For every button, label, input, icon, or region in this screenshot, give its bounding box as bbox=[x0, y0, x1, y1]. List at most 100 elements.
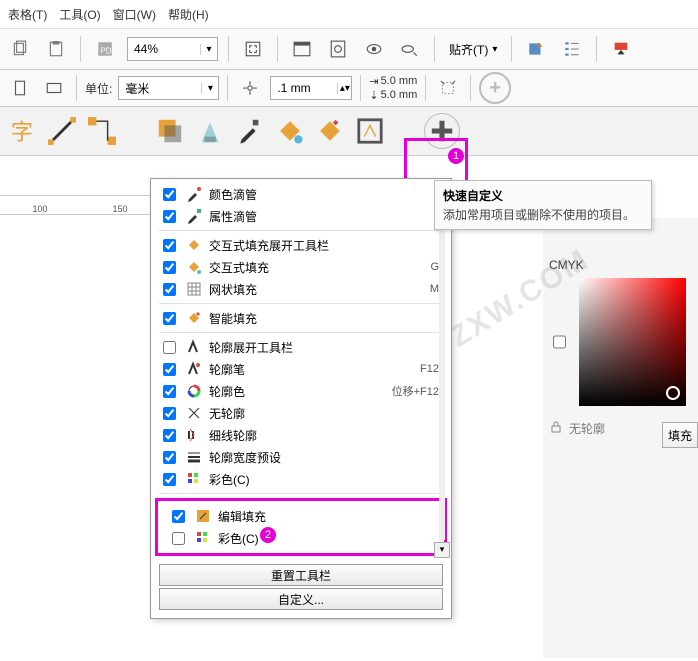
customize-item[interactable]: 彩色(C) bbox=[151, 468, 451, 490]
customize-item[interactable]: 编辑填充 bbox=[160, 505, 442, 527]
add-button[interactable]: + bbox=[479, 72, 511, 104]
item-checkbox[interactable] bbox=[163, 363, 176, 376]
text-tool-icon[interactable]: 字 bbox=[8, 117, 36, 145]
no-outline-icon bbox=[185, 404, 203, 422]
customize-item[interactable]: 颜色滴管 bbox=[151, 183, 451, 205]
menu-window[interactable]: 窗口(W) bbox=[113, 6, 156, 23]
chevron-down-icon[interactable]: ▾ bbox=[201, 83, 218, 94]
item-checkbox[interactable] bbox=[163, 407, 176, 420]
item-checkbox[interactable] bbox=[163, 451, 176, 464]
item-label: 属性滴管 bbox=[209, 208, 443, 225]
customize-item[interactable]: 无轮廓 bbox=[151, 402, 451, 424]
transparency-tool-icon[interactable] bbox=[196, 117, 224, 145]
zoom-combo[interactable]: ▾ bbox=[127, 37, 218, 61]
item-checkbox[interactable] bbox=[172, 532, 185, 545]
connector-tool-icon[interactable] bbox=[88, 117, 116, 145]
unit-input[interactable] bbox=[119, 81, 201, 95]
options-icon[interactable] bbox=[558, 35, 586, 63]
spinner-icon[interactable]: ▴▾ bbox=[337, 83, 351, 94]
copy-icon[interactable] bbox=[6, 35, 34, 63]
customize-button[interactable]: 自定义... bbox=[159, 588, 443, 610]
item-checkbox[interactable] bbox=[163, 261, 176, 274]
customize-item[interactable]: 智能填充 bbox=[151, 307, 451, 329]
customize-item[interactable]: 彩色(C) bbox=[160, 527, 442, 549]
separator bbox=[227, 75, 228, 101]
fill-button[interactable]: 填充 bbox=[662, 422, 698, 448]
interactive-fill-icon[interactable] bbox=[276, 117, 304, 145]
item-checkbox[interactable] bbox=[163, 385, 176, 398]
separator bbox=[159, 493, 443, 494]
reset-toolbar-button[interactable]: 重置工具栏 bbox=[159, 564, 443, 586]
preview-dropdown-icon[interactable] bbox=[396, 35, 424, 63]
customize-item[interactable]: 属性滴管 bbox=[151, 205, 451, 227]
nudge-combo[interactable]: ▴▾ bbox=[270, 76, 352, 100]
ruler-tick: 150 bbox=[112, 204, 127, 214]
shadow-tool-icon[interactable] bbox=[156, 117, 184, 145]
item-label: 交互式填充展开工具栏 bbox=[209, 237, 443, 254]
customize-item[interactable]: 网状填充M bbox=[151, 278, 451, 300]
launch-icon-1[interactable] bbox=[522, 35, 550, 63]
separator bbox=[228, 36, 229, 62]
smart-fill-icon[interactable] bbox=[316, 117, 344, 145]
tooltip-body: 添加常用项目或删除不使用的项目。 bbox=[443, 206, 643, 223]
preview-icon[interactable] bbox=[360, 35, 388, 63]
nudge-input[interactable] bbox=[271, 81, 337, 95]
annotation-badge-2: 2 bbox=[260, 527, 276, 543]
customize-item[interactable]: 交互式填充G bbox=[151, 256, 451, 278]
outline-pen-icon bbox=[185, 360, 203, 378]
menu-help[interactable]: 帮助(H) bbox=[168, 6, 209, 23]
unit-combo[interactable]: ▾ bbox=[118, 76, 219, 100]
zoom-input[interactable] bbox=[128, 42, 200, 56]
dimension-tool-icon[interactable] bbox=[48, 117, 76, 145]
paste-icon[interactable] bbox=[42, 35, 70, 63]
customize-item[interactable]: 轮廓色位移+F12 bbox=[151, 380, 451, 402]
view-icon-1[interactable] bbox=[288, 35, 316, 63]
snap-dropdown[interactable]: 贴齐(T) ▾ bbox=[445, 38, 501, 60]
annotation-badge-1: 1 bbox=[448, 148, 464, 164]
scroll-track[interactable] bbox=[439, 205, 445, 540]
customize-item[interactable]: 轮廓笔F12 bbox=[151, 358, 451, 380]
separator bbox=[159, 303, 443, 304]
customize-item[interactable]: 轮廓宽度预设 bbox=[151, 446, 451, 468]
item-checkbox[interactable] bbox=[172, 510, 185, 523]
fill-expand-icon bbox=[185, 236, 203, 254]
item-checkbox[interactable] bbox=[163, 473, 176, 486]
portrait-icon[interactable] bbox=[6, 74, 34, 102]
menu-table[interactable]: 表格(T) bbox=[8, 6, 47, 23]
scroll-down-icon[interactable]: ▾ bbox=[434, 542, 450, 558]
bounding-box-icon[interactable] bbox=[434, 74, 462, 102]
outline-tool-icon[interactable] bbox=[356, 117, 384, 145]
color-c-icon bbox=[185, 470, 203, 488]
svg-text:PDF: PDF bbox=[101, 47, 115, 56]
fill-interactive-icon bbox=[185, 258, 203, 276]
view-icon-2[interactable] bbox=[324, 35, 352, 63]
landscape-icon[interactable] bbox=[40, 74, 68, 102]
annotation-box-2: 编辑填充彩色(C) 2 bbox=[155, 498, 447, 556]
no-outline-label: 无轮廓 bbox=[569, 420, 605, 437]
item-checkbox[interactable] bbox=[163, 210, 176, 223]
item-checkbox[interactable] bbox=[163, 188, 176, 201]
customize-item[interactable]: 交互式填充展开工具栏 bbox=[151, 234, 451, 256]
outline-expand-icon bbox=[185, 338, 203, 356]
separator bbox=[470, 75, 471, 101]
item-checkbox[interactable] bbox=[163, 283, 176, 296]
panel-scrollbar[interactable]: ▴ ▾ bbox=[435, 187, 449, 558]
customize-item[interactable]: 细线轮廓 bbox=[151, 424, 451, 446]
pdf-icon[interactable]: PDF bbox=[91, 35, 119, 63]
color-lock-checkbox[interactable] bbox=[553, 279, 566, 405]
menu-tools[interactable]: 工具(O) bbox=[59, 6, 100, 23]
item-label: 交互式填充 bbox=[209, 259, 424, 276]
eyedropper-tool-icon[interactable] bbox=[236, 117, 264, 145]
color-area[interactable] bbox=[579, 278, 686, 406]
zoom-dropdown-icon[interactable]: ▾ bbox=[200, 44, 217, 55]
item-checkbox[interactable] bbox=[163, 239, 176, 252]
item-checkbox[interactable] bbox=[163, 429, 176, 442]
item-checkbox[interactable] bbox=[163, 341, 176, 354]
item-label: 细线轮廓 bbox=[209, 427, 443, 444]
item-checkbox[interactable] bbox=[163, 312, 176, 325]
color-marker-icon[interactable] bbox=[607, 35, 635, 63]
color-model-label[interactable]: CMYK bbox=[543, 254, 698, 276]
ruler: 100 150 bbox=[0, 195, 160, 215]
customize-item[interactable]: 轮廓展开工具栏 bbox=[151, 336, 451, 358]
fullscreen-icon[interactable] bbox=[239, 35, 267, 63]
